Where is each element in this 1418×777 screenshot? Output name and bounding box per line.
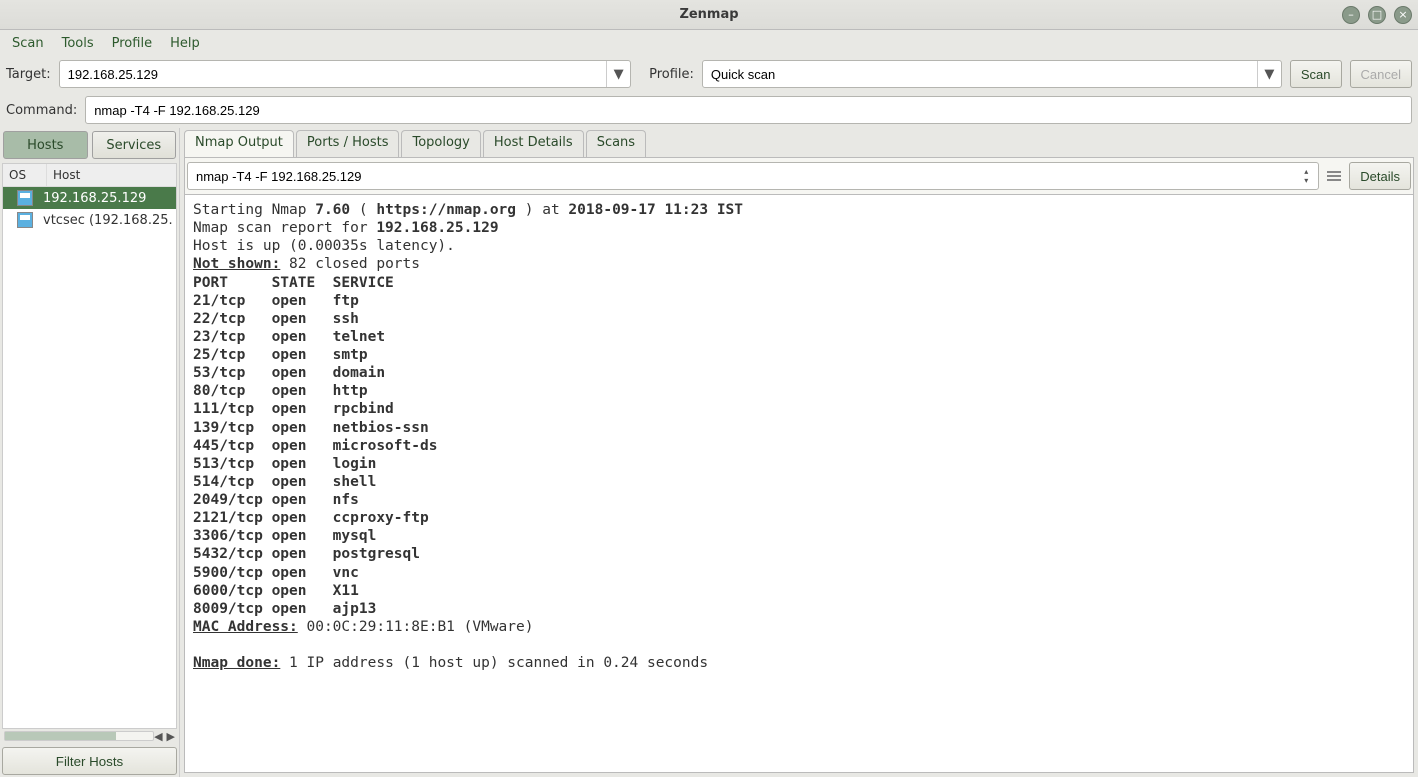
window-title: Zenmap [0,7,1418,22]
host-row[interactable]: vtcsec (192.168.25. [3,209,176,231]
details-button[interactable]: Details [1349,162,1411,190]
command-field[interactable] [85,96,1412,124]
host-label: 192.168.25.129 [43,191,172,206]
output-command-combo[interactable]: ▴▾ [187,162,1319,190]
right-panel: Nmap Output Ports / Hosts Topology Host … [180,128,1418,777]
menu-help[interactable]: Help [162,33,208,54]
tab-scans[interactable]: Scans [586,130,646,158]
scan-button[interactable]: Scan [1290,60,1342,88]
target-label: Target: [6,67,51,82]
os-icon [7,190,43,206]
os-icon [7,212,43,228]
left-panel: Hosts Services OS Host 192.168.25.129 vtc… [0,128,180,777]
col-os[interactable]: OS [3,164,47,186]
services-tab[interactable]: Services [92,131,177,159]
main: Hosts Services OS Host 192.168.25.129 vtc… [0,128,1418,777]
command-input[interactable] [94,103,1403,118]
menu-profile[interactable]: Profile [104,33,160,54]
menubar: Scan Tools Profile Help [0,30,1418,56]
menu-tools[interactable]: Tools [54,33,102,54]
host-row[interactable]: 192.168.25.129 [3,187,176,209]
filter-hosts-button[interactable]: Filter Hosts [2,747,177,775]
close-button[interactable]: × [1394,6,1412,24]
output-toolbar: ▴▾ Details [184,157,1414,195]
host-list: OS Host 192.168.25.129 vtcsec (192.168.25… [2,163,177,729]
target-input[interactable] [60,67,606,82]
command-label: Command: [6,103,77,118]
profile-combo[interactable]: ▼ [702,60,1282,88]
tab-ports-hosts[interactable]: Ports / Hosts [296,130,400,158]
minimize-button[interactable]: – [1342,6,1360,24]
profile-input[interactable] [703,67,1257,82]
output-command-input[interactable] [188,169,1304,184]
titlebar: Zenmap – □ × [0,0,1418,30]
command-row: Command: [0,92,1418,128]
host-label: vtcsec (192.168.25. [43,213,172,228]
chevron-down-icon[interactable]: ▼ [606,61,630,87]
profile-label: Profile: [649,67,694,82]
host-scrollbar[interactable]: ◀▶ [0,729,179,743]
menu-scan[interactable]: Scan [4,33,52,54]
host-list-header: OS Host [3,164,176,187]
nmap-output-area[interactable]: Starting Nmap 7.60 ( https://nmap.org ) … [184,195,1414,773]
hosts-tab[interactable]: Hosts [3,131,88,159]
list-icon[interactable] [1325,167,1343,185]
output-tabs: Nmap Output Ports / Hosts Topology Host … [184,130,1414,158]
tab-host-details[interactable]: Host Details [483,130,584,158]
spinner-icon[interactable]: ▴▾ [1304,167,1318,185]
target-combo[interactable]: ▼ [59,60,631,88]
target-row: Target: ▼ Profile: ▼ Scan Cancel [0,56,1418,92]
tab-topology[interactable]: Topology [401,130,480,158]
maximize-button[interactable]: □ [1368,6,1386,24]
cancel-button: Cancel [1350,60,1412,88]
tab-nmap-output[interactable]: Nmap Output [184,130,294,158]
col-host[interactable]: Host [47,164,176,186]
chevron-down-icon[interactable]: ▼ [1257,61,1281,87]
